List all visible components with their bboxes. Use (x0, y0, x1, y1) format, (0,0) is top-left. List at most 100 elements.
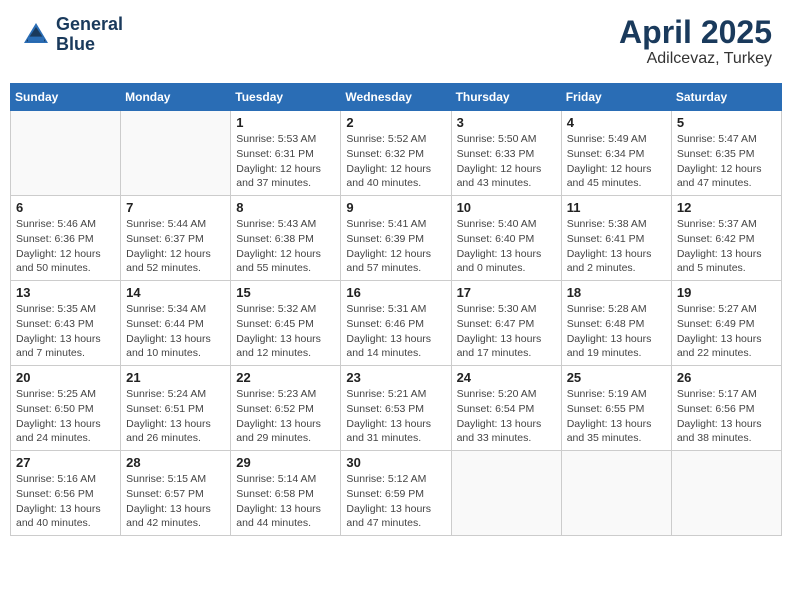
calendar-cell: 1 Sunrise: 5:53 AM Sunset: 6:31 PM Daylig… (231, 111, 341, 196)
calendar-cell (451, 451, 561, 536)
day-info: Sunrise: 5:28 AM Sunset: 6:48 PM Dayligh… (567, 302, 666, 361)
day-number: 25 (567, 370, 666, 385)
day-number: 4 (567, 115, 666, 130)
day-info: Sunrise: 5:32 AM Sunset: 6:45 PM Dayligh… (236, 302, 335, 361)
calendar-week-row: 20 Sunrise: 5:25 AM Sunset: 6:50 PM Dayli… (11, 366, 782, 451)
day-number: 12 (677, 200, 776, 215)
calendar-cell: 9Sunrise: 5:41 AM Sunset: 6:39 PM Daylig… (341, 196, 451, 281)
calendar-cell: 30 Sunrise: 5:12 AM Sunset: 6:59 PM Dayli… (341, 451, 451, 536)
day-number: 17 (457, 285, 556, 300)
calendar-cell: 18 Sunrise: 5:28 AM Sunset: 6:48 PM Dayli… (561, 281, 671, 366)
calendar-cell: 29Sunrise: 5:14 AM Sunset: 6:58 PM Dayli… (231, 451, 341, 536)
day-number: 13 (16, 285, 115, 300)
weekday-header: Sunday (11, 84, 121, 111)
calendar-cell: 24 Sunrise: 5:20 AM Sunset: 6:54 PM Dayli… (451, 366, 561, 451)
calendar-table: SundayMondayTuesdayWednesdayThursdayFrid… (10, 83, 782, 536)
logo-text: General Blue (56, 15, 123, 55)
calendar-cell (11, 111, 121, 196)
title-block: April 2025 Adilcevaz, Turkey (619, 15, 772, 68)
day-number: 16 (346, 285, 445, 300)
calendar-cell: 19 Sunrise: 5:27 AM Sunset: 6:49 PM Dayli… (671, 281, 781, 366)
day-info: Sunrise: 5:31 AM Sunset: 6:46 PM Dayligh… (346, 302, 445, 361)
calendar-cell (671, 451, 781, 536)
day-number: 3 (457, 115, 556, 130)
day-number: 28 (126, 455, 225, 470)
day-number: 10 (457, 200, 556, 215)
weekday-header: Saturday (671, 84, 781, 111)
day-info: Sunrise: 5:21 AM Sunset: 6:53 PM Dayligh… (346, 387, 445, 446)
day-info: Sunrise: 5:47 AM Sunset: 6:35 PM Dayligh… (677, 132, 776, 191)
calendar-cell: 13 Sunrise: 5:35 AM Sunset: 6:43 PM Dayli… (11, 281, 121, 366)
calendar-cell: 23 Sunrise: 5:21 AM Sunset: 6:53 PM Dayli… (341, 366, 451, 451)
day-number: 8 (236, 200, 335, 215)
calendar-cell: 22 Sunrise: 5:23 AM Sunset: 6:52 PM Dayli… (231, 366, 341, 451)
day-info: Sunrise: 5:30 AM Sunset: 6:47 PM Dayligh… (457, 302, 556, 361)
day-number: 30 (346, 455, 445, 470)
day-info: Sunrise: 5:34 AM Sunset: 6:44 PM Dayligh… (126, 302, 225, 361)
day-info: Sunrise: 5:15 AM Sunset: 6:57 PM Dayligh… (126, 472, 225, 531)
day-info: Sunrise: 5:16 AM Sunset: 6:56 PM Dayligh… (16, 472, 115, 531)
day-info: Sunrise: 5:46 AM Sunset: 6:36 PM Dayligh… (16, 217, 115, 276)
day-number: 26 (677, 370, 776, 385)
calendar-week-row: 6 Sunrise: 5:46 AM Sunset: 6:36 PM Daylig… (11, 196, 782, 281)
day-number: 22 (236, 370, 335, 385)
day-info: Sunrise: 5:27 AM Sunset: 6:49 PM Dayligh… (677, 302, 776, 361)
calendar-cell (561, 451, 671, 536)
calendar-cell: 10 Sunrise: 5:40 AM Sunset: 6:40 PM Dayli… (451, 196, 561, 281)
logo-icon (20, 19, 52, 51)
calendar-cell: 15 Sunrise: 5:32 AM Sunset: 6:45 PM Dayli… (231, 281, 341, 366)
day-number: 15 (236, 285, 335, 300)
page-header: General Blue April 2025 Adilcevaz, Turke… (10, 10, 782, 73)
calendar-cell (121, 111, 231, 196)
day-info: Sunrise: 5:53 AM Sunset: 6:31 PM Dayligh… (236, 132, 335, 191)
calendar-cell: 11Sunrise: 5:38 AM Sunset: 6:41 PM Dayli… (561, 196, 671, 281)
day-info: Sunrise: 5:25 AM Sunset: 6:50 PM Dayligh… (16, 387, 115, 446)
day-number: 1 (236, 115, 335, 130)
calendar-week-row: 1 Sunrise: 5:53 AM Sunset: 6:31 PM Daylig… (11, 111, 782, 196)
day-number: 19 (677, 285, 776, 300)
location: Adilcevaz, Turkey (619, 50, 772, 68)
day-number: 24 (457, 370, 556, 385)
day-info: Sunrise: 5:44 AM Sunset: 6:37 PM Dayligh… (126, 217, 225, 276)
day-info: Sunrise: 5:49 AM Sunset: 6:34 PM Dayligh… (567, 132, 666, 191)
calendar-cell: 7Sunrise: 5:44 AM Sunset: 6:37 PM Daylig… (121, 196, 231, 281)
day-info: Sunrise: 5:50 AM Sunset: 6:33 PM Dayligh… (457, 132, 556, 191)
calendar-cell: 12Sunrise: 5:37 AM Sunset: 6:42 PM Dayli… (671, 196, 781, 281)
day-number: 14 (126, 285, 225, 300)
day-number: 6 (16, 200, 115, 215)
day-number: 2 (346, 115, 445, 130)
calendar-week-row: 13 Sunrise: 5:35 AM Sunset: 6:43 PM Dayli… (11, 281, 782, 366)
day-info: Sunrise: 5:17 AM Sunset: 6:56 PM Dayligh… (677, 387, 776, 446)
calendar-week-row: 27 Sunrise: 5:16 AM Sunset: 6:56 PM Dayli… (11, 451, 782, 536)
weekday-header: Thursday (451, 84, 561, 111)
calendar-cell: 17 Sunrise: 5:30 AM Sunset: 6:47 PM Dayli… (451, 281, 561, 366)
calendar-cell: 4 Sunrise: 5:49 AM Sunset: 6:34 PM Daylig… (561, 111, 671, 196)
day-info: Sunrise: 5:40 AM Sunset: 6:40 PM Dayligh… (457, 217, 556, 276)
day-number: 27 (16, 455, 115, 470)
calendar-cell: 20 Sunrise: 5:25 AM Sunset: 6:50 PM Dayli… (11, 366, 121, 451)
calendar-cell: 2 Sunrise: 5:52 AM Sunset: 6:32 PM Daylig… (341, 111, 451, 196)
day-number: 18 (567, 285, 666, 300)
logo: General Blue (20, 15, 123, 55)
day-info: Sunrise: 5:23 AM Sunset: 6:52 PM Dayligh… (236, 387, 335, 446)
weekday-header: Wednesday (341, 84, 451, 111)
day-number: 21 (126, 370, 225, 385)
day-info: Sunrise: 5:35 AM Sunset: 6:43 PM Dayligh… (16, 302, 115, 361)
weekday-header: Tuesday (231, 84, 341, 111)
calendar-cell: 6 Sunrise: 5:46 AM Sunset: 6:36 PM Daylig… (11, 196, 121, 281)
calendar-cell: 8 Sunrise: 5:43 AM Sunset: 6:38 PM Daylig… (231, 196, 341, 281)
day-number: 20 (16, 370, 115, 385)
calendar-cell: 16 Sunrise: 5:31 AM Sunset: 6:46 PM Dayli… (341, 281, 451, 366)
calendar-cell: 25Sunrise: 5:19 AM Sunset: 6:55 PM Dayli… (561, 366, 671, 451)
month-year: April 2025 (619, 15, 772, 50)
day-info: Sunrise: 5:12 AM Sunset: 6:59 PM Dayligh… (346, 472, 445, 531)
day-number: 5 (677, 115, 776, 130)
day-info: Sunrise: 5:20 AM Sunset: 6:54 PM Dayligh… (457, 387, 556, 446)
weekday-header-row: SundayMondayTuesdayWednesdayThursdayFrid… (11, 84, 782, 111)
calendar-cell: 21 Sunrise: 5:24 AM Sunset: 6:51 PM Dayli… (121, 366, 231, 451)
day-info: Sunrise: 5:52 AM Sunset: 6:32 PM Dayligh… (346, 132, 445, 191)
day-info: Sunrise: 5:24 AM Sunset: 6:51 PM Dayligh… (126, 387, 225, 446)
calendar-cell: 3 Sunrise: 5:50 AM Sunset: 6:33 PM Daylig… (451, 111, 561, 196)
day-number: 23 (346, 370, 445, 385)
day-info: Sunrise: 5:43 AM Sunset: 6:38 PM Dayligh… (236, 217, 335, 276)
